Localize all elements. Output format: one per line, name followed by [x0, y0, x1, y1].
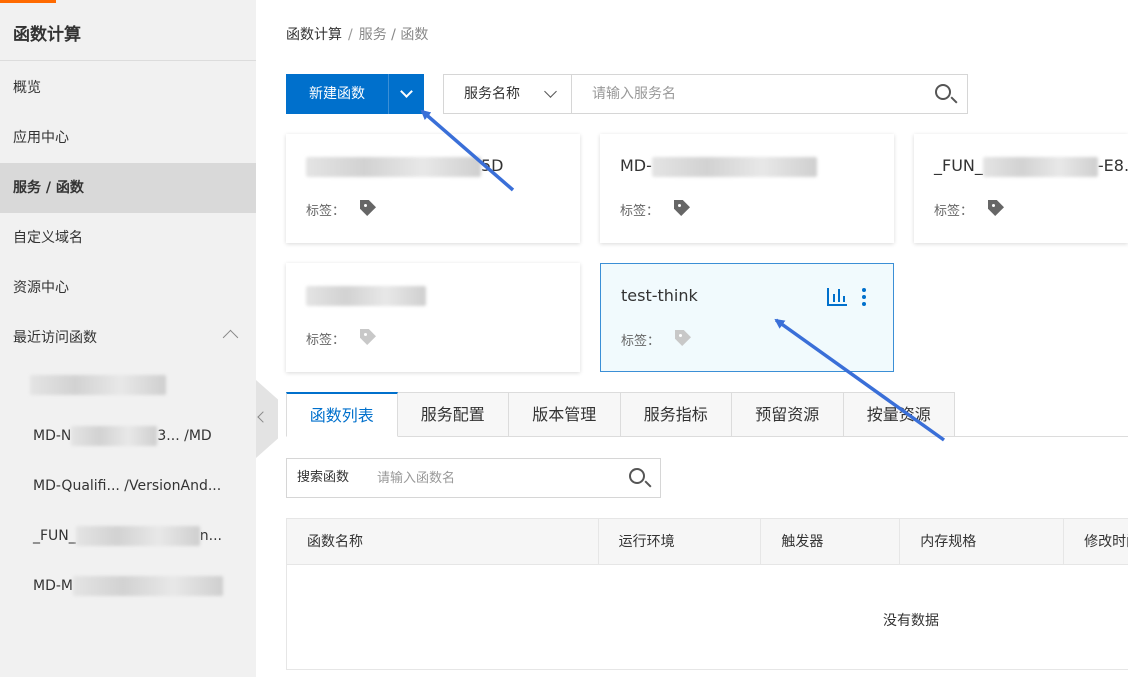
breadcrumb-root[interactable]: 函数计算 — [286, 27, 342, 43]
column-modified-time[interactable]: 修改时间 — [1064, 519, 1128, 565]
column-memory[interactable]: 内存规格 — [900, 519, 1065, 565]
search-icon[interactable] — [620, 459, 660, 497]
service-card[interactable]: _FUN_-E8.. 标签： — [914, 134, 1128, 243]
tag-icon[interactable] — [360, 329, 376, 345]
column-function-name[interactable]: 函数名称 — [287, 519, 599, 565]
brand-accent-bar — [0, 0, 56, 3]
tag-label: 标签： — [620, 204, 660, 219]
service-card-selected[interactable]: test-think 标签： — [600, 263, 894, 372]
column-trigger[interactable]: 触发器 — [761, 519, 901, 565]
new-function-dropdown[interactable] — [389, 74, 424, 114]
tab-provisioned-resources[interactable]: 预留资源 — [732, 392, 844, 437]
recent-functions-label: 最近访问函数 — [13, 330, 97, 346]
redacted-text — [73, 576, 223, 596]
service-tabs: 函数列表 服务配置 版本管理 服务指标 预留资源 按量资源 — [286, 392, 955, 437]
redacted-text — [982, 156, 1098, 177]
function-table: 函数名称 运行环境 触发器 内存规格 修改时间 没有数据 — [286, 518, 1128, 670]
service-card[interactable]: MD- 标签： — [600, 134, 894, 243]
sidebar-item-app-center[interactable]: 应用中心 — [0, 113, 256, 163]
function-search-input[interactable] — [377, 459, 620, 497]
sidebar-item-recent-functions[interactable]: 最近访问函数 — [0, 313, 256, 363]
tag-icon[interactable] — [988, 200, 1004, 216]
service-card-name: 5D — [306, 156, 504, 177]
table-header: 函数名称 运行环境 触发器 内存规格 修改时间 — [287, 519, 1128, 565]
tag-icon[interactable] — [674, 200, 690, 216]
redacted-text — [306, 285, 426, 306]
redacted-text — [71, 426, 158, 446]
search-icon[interactable] — [923, 75, 967, 113]
service-card[interactable]: 5D 标签： — [286, 134, 580, 243]
service-card-name: _FUN_-E8.. — [934, 156, 1128, 177]
service-card-name — [306, 285, 426, 306]
tab-service-metrics[interactable]: 服务指标 — [620, 392, 732, 437]
function-search-bar: 搜索函数 — [286, 458, 661, 498]
service-card-name: MD- — [620, 156, 817, 177]
sidebar-item-services-functions[interactable]: 服务 / 函数 — [0, 163, 256, 213]
column-runtime[interactable]: 运行环境 — [599, 519, 762, 565]
sidebar-item-overview[interactable]: 概览 — [0, 63, 256, 113]
breadcrumb-current: 服务 / 函数 — [358, 27, 429, 43]
recent-function-item[interactable]: _FUN_ n... — [0, 511, 256, 561]
tag-icon[interactable] — [675, 330, 691, 346]
redacted-text — [75, 526, 200, 546]
function-search-label: 搜索函数 — [297, 470, 350, 485]
tag-label: 标签： — [621, 334, 661, 349]
chevron-up-icon[interactable] — [222, 329, 239, 346]
service-search-bar: 服务名称 — [443, 74, 968, 114]
sidebar-item-resource-center[interactable]: 资源中心 — [0, 263, 256, 313]
sidebar: 函数计算 概览 应用中心 服务 / 函数 自定义域名 资源中心 最近访问函数 M… — [0, 0, 256, 677]
redacted-text — [651, 156, 817, 177]
sidebar-item-custom-domain[interactable]: 自定义域名 — [0, 213, 256, 263]
more-vertical-icon[interactable] — [862, 288, 866, 308]
sidebar-divider — [0, 60, 256, 61]
chevron-left-icon — [257, 411, 269, 423]
service-search-input[interactable] — [572, 75, 923, 113]
tab-on-demand-resources[interactable]: 按量资源 — [843, 392, 955, 437]
tag-icon[interactable] — [360, 200, 376, 216]
app-root: 函数计算 概览 应用中心 服务 / 函数 自定义域名 资源中心 最近访问函数 M… — [0, 0, 1128, 677]
chevron-down-icon — [544, 85, 557, 98]
tag-label: 标签： — [306, 333, 346, 348]
tab-function-list[interactable]: 函数列表 — [286, 392, 398, 437]
tab-version-management[interactable]: 版本管理 — [509, 392, 621, 437]
table-empty-text: 没有数据 — [883, 613, 939, 629]
redacted-text — [30, 375, 166, 395]
tag-label: 标签： — [306, 204, 346, 219]
tab-service-config[interactable]: 服务配置 — [397, 392, 509, 437]
recent-function-item[interactable]: MD-M — [0, 561, 256, 611]
bar-chart-icon[interactable] — [827, 288, 847, 306]
redacted-text — [306, 156, 481, 177]
recent-function-item[interactable]: MD-N 3... /MD — [0, 411, 256, 461]
breadcrumb-separator: / — [348, 27, 353, 43]
tag-label: 标签： — [934, 204, 974, 219]
service-card-name: test-think — [621, 286, 698, 305]
recent-function-item[interactable]: MD-Qualifi... /VersionAnd... — [0, 461, 256, 511]
service-card[interactable]: 标签： — [286, 263, 580, 372]
sidebar-title: 函数计算 — [13, 25, 81, 45]
service-search-field-select[interactable]: 服务名称 — [444, 75, 572, 113]
breadcrumb: 函数计算 / 服务 / 函数 — [286, 24, 428, 44]
chevron-down-icon — [400, 85, 413, 98]
sidebar-collapse-button[interactable] — [256, 380, 278, 458]
new-function-label[interactable]: 新建函数 — [286, 74, 388, 114]
recent-function-item[interactable] — [0, 360, 256, 410]
new-function-button[interactable]: 新建函数 — [286, 74, 424, 114]
